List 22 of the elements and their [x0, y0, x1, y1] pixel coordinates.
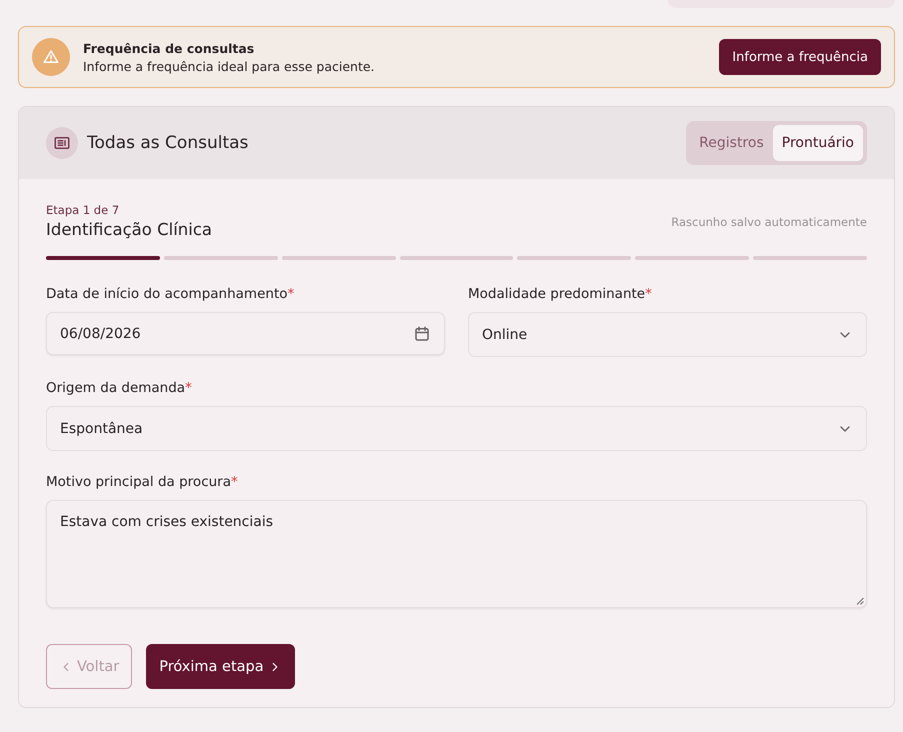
- alert-message: Informe a frequência ideal para esse paciente.: [83, 58, 376, 74]
- field-label: Modalidade predominante*: [468, 286, 653, 302]
- field-label: Origem da demanda*: [46, 380, 193, 396]
- next-button[interactable]: Próxima etapa: [146, 644, 295, 689]
- select-field[interactable]: Online: [468, 312, 867, 357]
- calendar-icon: [413, 324, 431, 342]
- tab[interactable]: Prontuário: [772, 125, 863, 161]
- field-label: Data de início do acompanhamento*: [46, 286, 296, 302]
- step-counter: Etapa 1 de 7: [46, 203, 120, 217]
- document-icon: [46, 127, 78, 159]
- text-area[interactable]: Estava com crises existenciais: [46, 500, 867, 608]
- card-title: Todas as Consultas: [87, 133, 250, 153]
- resize-handle-icon: [854, 595, 864, 605]
- frequency-button[interactable]: Informe a frequência: [719, 39, 881, 75]
- field-label: Motivo principal da procura*: [46, 474, 239, 490]
- date-field[interactable]: 06/08/2026: [46, 312, 445, 355]
- autosave-note: Rascunho salvo automaticamente: [671, 215, 867, 229]
- warning-icon: [32, 38, 70, 76]
- alert-title: Frequência de consultas: [83, 40, 256, 56]
- select-field[interactable]: Espontânea: [46, 406, 867, 451]
- step-title: Identificação Clínica: [46, 220, 212, 239]
- tab[interactable]: Registros: [690, 125, 773, 161]
